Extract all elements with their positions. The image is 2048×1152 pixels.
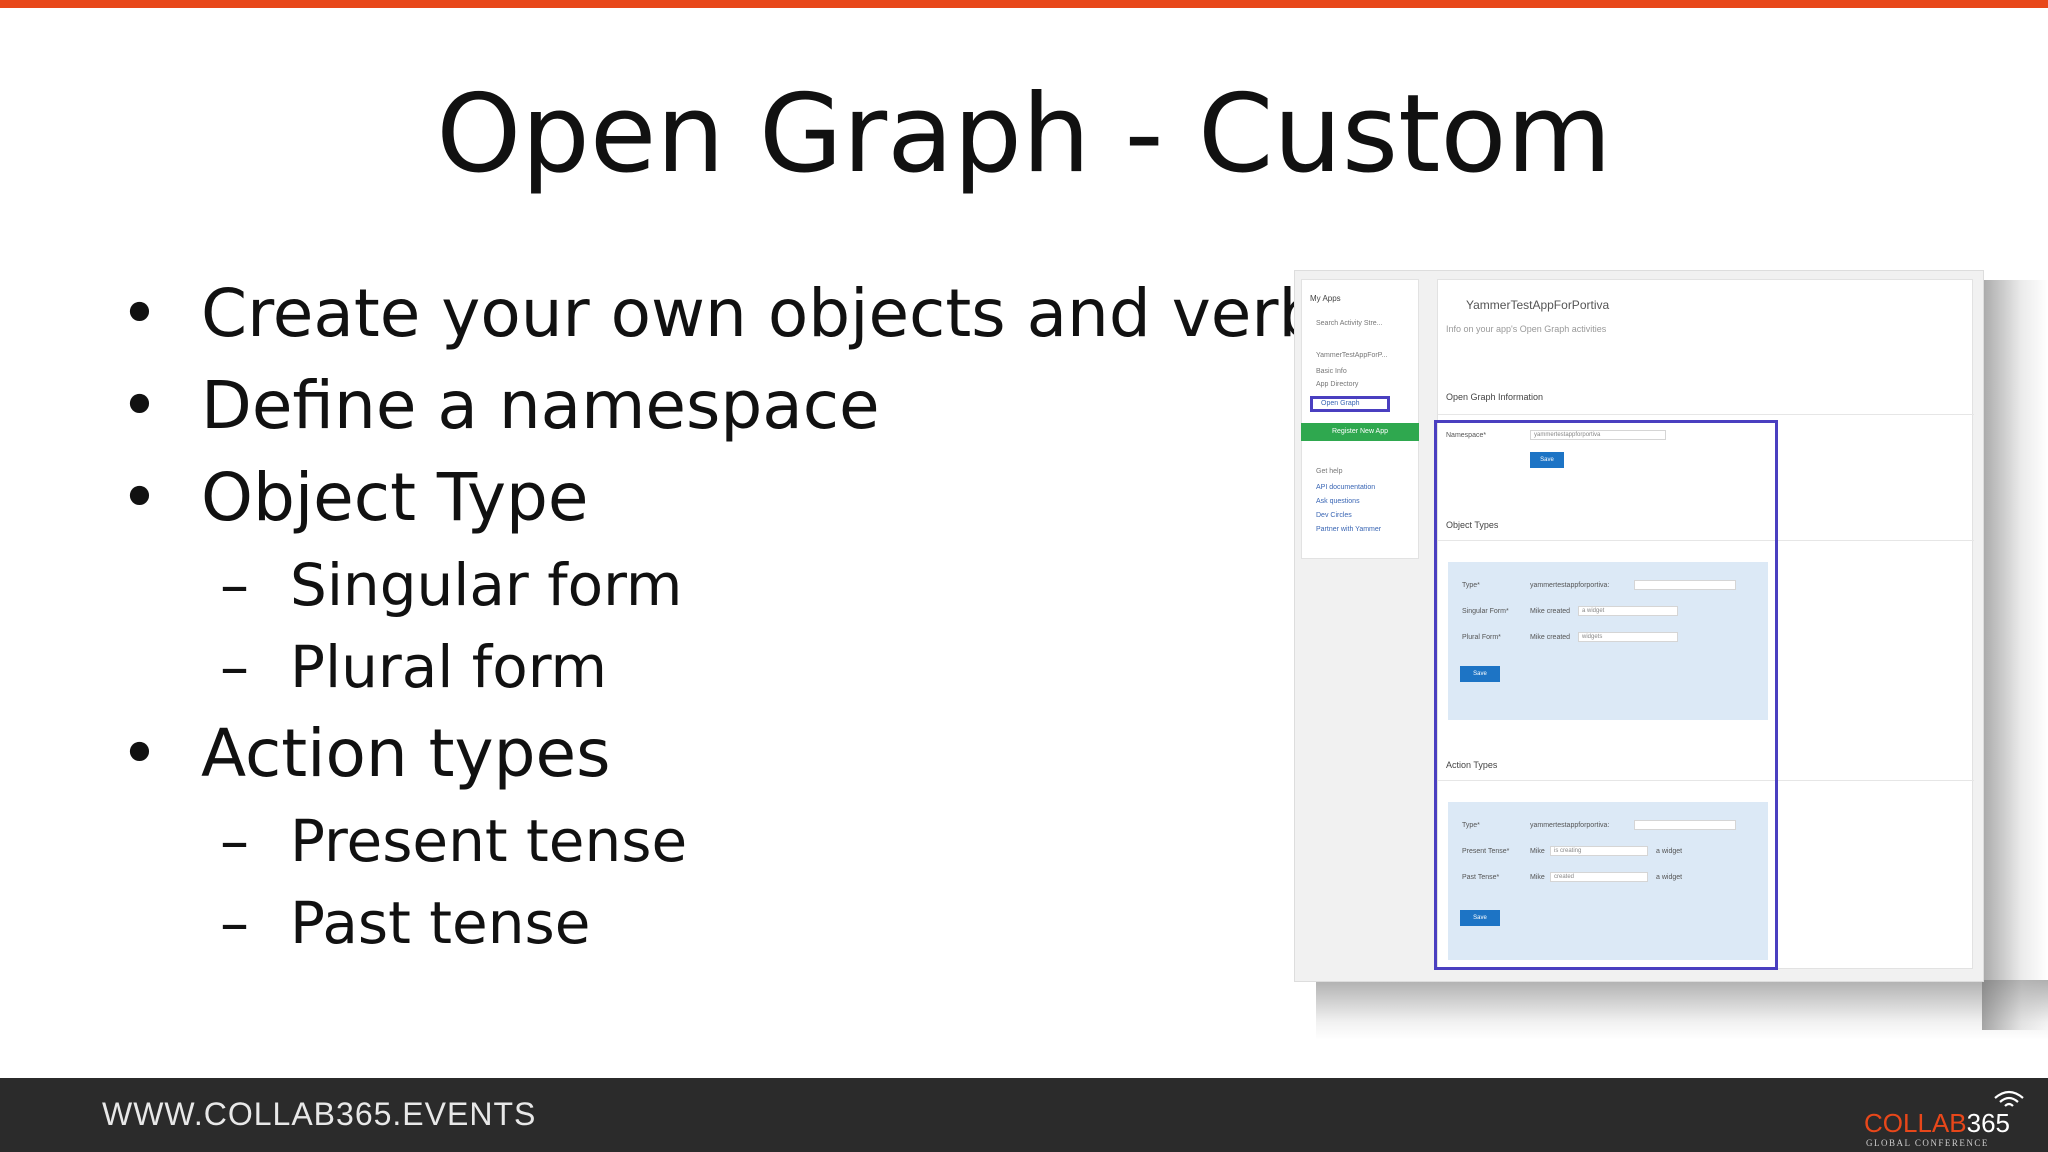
logo-wordmark: COLLAB365 — [1864, 1108, 2010, 1139]
screenshot-sidebar: My Apps Search Activity Stre... YammerTe… — [1301, 279, 1419, 559]
sidebar-item-open-graph-highlight: Open Graph — [1310, 396, 1390, 412]
screenshot-shadow-bottom — [1316, 980, 2048, 1040]
sub-bullet-item: Singular form — [120, 544, 1300, 626]
screenshot-main-panel: YammerTestAppForPortiva Info on your app… — [1434, 279, 1974, 970]
sidebar-heading: My Apps — [1310, 294, 1341, 303]
bullet-item: Create your own objects and verbs — [120, 268, 1355, 360]
bullet-list: Create your own objects and verbs Define… — [120, 268, 1355, 964]
top-accent-bar — [0, 0, 2048, 8]
help-link: API documentation — [1316, 484, 1376, 491]
sub-bullet-item: Plural form — [120, 626, 1300, 708]
sub-bullet-item: Past tense — [120, 882, 1300, 964]
sidebar-item: Basic Info — [1316, 368, 1347, 375]
slide: Open Graph - Custom Create your own obje… — [0, 0, 2048, 1152]
sidebar-item: YammerTestAppForP... — [1316, 352, 1388, 359]
highlight-rectangle — [1434, 420, 1778, 970]
sidebar-item: App Directory — [1316, 381, 1359, 388]
help-heading: Get help — [1316, 468, 1343, 475]
footer-url: WWW.COLLAB365.EVENTS — [102, 1096, 537, 1132]
embedded-screenshot: My Apps Search Activity Stre... YammerTe… — [1294, 270, 1984, 982]
help-link: Ask questions — [1316, 498, 1360, 505]
logo-number: 365 — [1966, 1108, 2010, 1138]
footer-bar: WWW.COLLAB365.EVENTS COLLAB365 GLOBAL CO… — [0, 1078, 2048, 1152]
register-new-app-button: Register New App — [1301, 423, 1419, 441]
help-link: Partner with Yammer — [1316, 526, 1382, 533]
og-info-heading: Open Graph Information — [1446, 392, 1544, 402]
sub-bullet-item: Present tense — [120, 800, 1300, 882]
wifi-icon — [1994, 1090, 2024, 1107]
app-subtitle: Info on your app's Open Graph activities — [1446, 324, 1607, 334]
screenshot-shadow-right — [1982, 280, 2048, 1030]
slide-title: Open Graph - Custom — [436, 72, 1612, 197]
bullet-item: Define a namespace — [120, 360, 1300, 452]
bullet-item: Object Type — [120, 452, 1300, 544]
divider — [1438, 414, 1974, 415]
collab365-logo: COLLAB365 GLOBAL CONFERENCE — [1864, 1086, 2034, 1148]
logo-tagline: GLOBAL CONFERENCE — [1866, 1138, 1989, 1148]
logo-brand: COLLAB — [1864, 1108, 1967, 1138]
bullet-item: Action types — [120, 708, 1300, 800]
help-link: Dev Circles — [1316, 512, 1352, 519]
app-title: YammerTestAppForPortiva — [1466, 298, 1610, 312]
sidebar-item: Search Activity Stre... — [1316, 320, 1383, 327]
